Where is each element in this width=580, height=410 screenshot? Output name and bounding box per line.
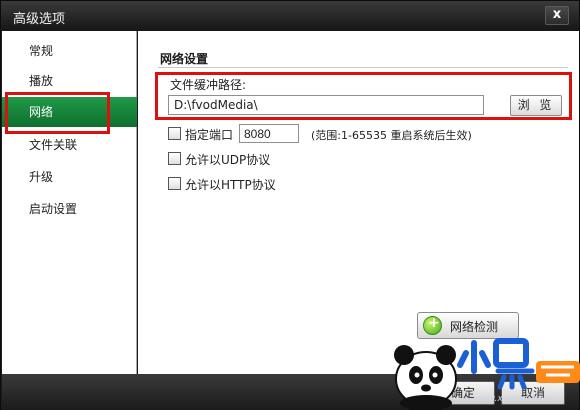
window-title: 高级选项 [13, 12, 66, 27]
http-checkbox[interactable] [168, 177, 181, 190]
sidebar-item-startup[interactable]: 启动设置 [2, 194, 137, 224]
port-label: 指定端口 [185, 128, 234, 142]
sidebar-item-file-association[interactable]: 文件关联 [2, 130, 137, 160]
watermark-url: www.xiaohei.com [473, 394, 553, 404]
http-label: 允许以HTTP协议 [185, 178, 276, 192]
close-button[interactable]: x [545, 6, 569, 25]
titlebar[interactable]: 高级选项 x [1, 1, 579, 31]
close-icon: x [552, 7, 562, 22]
port-range-hint: (范围:1-65535 重启系统后生效) [311, 129, 472, 142]
sidebar: 常规 播放 网络 文件关联 升级 启动设置 [2, 31, 137, 374]
panda-mascot-icon [394, 345, 457, 410]
port-checkbox[interactable] [168, 127, 181, 140]
cache-path-highlight [155, 72, 572, 120]
brand-logo-lettering [457, 338, 580, 390]
advanced-options-window: 高级选项 x 常规 播放 网络 文件关联 升级 启动设置 网络设置 文件缓冲路径… [0, 0, 580, 410]
network-settings-panel: 网络设置 文件缓冲路径: 浏 览 指定端口 (范围:1-65535 重启系统后生… [138, 31, 579, 374]
sidebar-item-upgrade[interactable]: 升级 [2, 162, 137, 192]
sidebar-item-general[interactable]: 常规 [2, 36, 137, 66]
port-input[interactable] [239, 124, 299, 143]
section-divider [158, 67, 568, 68]
section-title: 网络设置 [160, 52, 209, 66]
udp-label: 允许以UDP协议 [185, 153, 271, 167]
udp-checkbox[interactable] [168, 152, 181, 165]
network-nav-highlight [5, 92, 110, 134]
